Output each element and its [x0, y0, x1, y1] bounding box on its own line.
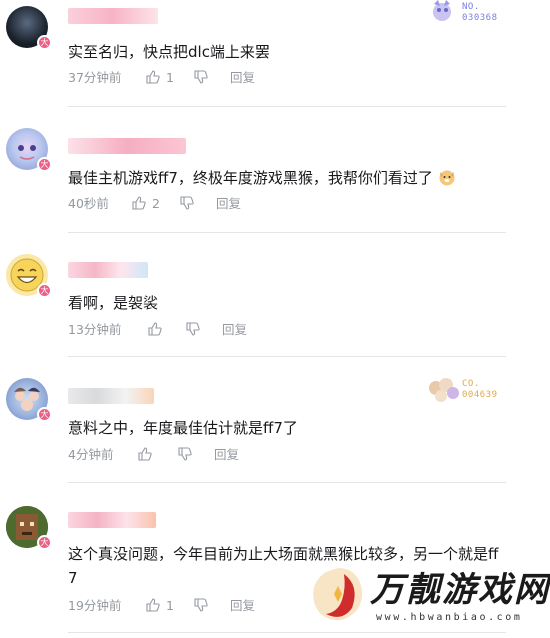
divider: [68, 482, 506, 483]
watermark-title: 万靓游戏网: [370, 570, 550, 610]
comment-text-line-2: 7: [68, 569, 78, 587]
site-logo-icon: [313, 568, 363, 621]
like-icon[interactable]: [132, 196, 146, 210]
reply-button[interactable]: 回复: [214, 445, 239, 465]
comment-text: 实至名归，快点把dlc端上来罢: [68, 43, 270, 61]
fan-medal: CO. 004639: [426, 374, 538, 404]
divider: [68, 106, 506, 107]
avatar[interactable]: 大: [6, 254, 52, 298]
username[interactable]: [68, 388, 154, 404]
medal-number: 030368: [462, 13, 498, 23]
username[interactable]: [68, 138, 186, 154]
timestamp: 37分钟前: [68, 70, 122, 85]
timestamp: 40秒前: [68, 196, 109, 211]
comment-meta: 40秒前 2 回复: [68, 194, 368, 214]
medal-icon: [433, 0, 451, 21]
timestamp: 13分钟前: [68, 322, 122, 337]
comment-meta: 37分钟前 1 回复: [68, 68, 368, 88]
fan-medal: NO. 030368: [428, 0, 538, 26]
like-icon[interactable]: [148, 322, 162, 336]
avatar[interactable]: 大: [6, 378, 52, 422]
reply-button[interactable]: 回复: [222, 320, 247, 340]
medal-icon: [429, 378, 459, 402]
medal-number: 004639: [462, 390, 498, 400]
dislike-icon[interactable]: [178, 447, 192, 461]
comment-text: 最佳主机游戏ff7，终极年度游戏黑猴，我帮你们看过了: [68, 166, 456, 190]
like-icon[interactable]: [146, 598, 160, 612]
timestamp: 4分钟前: [68, 447, 114, 462]
level-badge: 大: [37, 157, 52, 172]
comment-meta: 13分钟前 回复: [68, 320, 368, 340]
dislike-icon[interactable]: [186, 322, 200, 336]
comment-text-content: 最佳主机游戏ff7，终极年度游戏黑猴，我帮你们看过了: [68, 169, 433, 187]
like-count: 1: [166, 598, 174, 613]
timestamp: 19分钟前: [68, 598, 122, 613]
medal-label: CO.: [462, 379, 480, 389]
username[interactable]: [68, 262, 148, 278]
username[interactable]: [68, 8, 158, 24]
divider: [68, 232, 506, 233]
avatar[interactable]: 大: [6, 506, 52, 550]
like-count: 2: [152, 196, 160, 211]
divider: [68, 356, 506, 357]
medal-label: NO.: [462, 2, 480, 12]
comment-text: 意料之中，年度最佳估计就是ff7了: [68, 419, 298, 437]
comment-meta: 4分钟前 回复: [68, 445, 368, 465]
reply-button[interactable]: 回复: [216, 194, 241, 214]
site-watermark: 万靓游戏网 www.hbwanbiao.com: [300, 556, 550, 638]
like-icon[interactable]: [138, 447, 152, 461]
like-count: 1: [166, 70, 174, 85]
comment-text: 看啊，是袈裟: [68, 294, 159, 312]
username[interactable]: [68, 512, 156, 528]
like-icon[interactable]: [146, 70, 160, 84]
level-badge: 大: [37, 407, 52, 422]
reply-button[interactable]: 回复: [230, 68, 255, 88]
watermark-url: www.hbwanbiao.com: [376, 612, 523, 623]
doge-emoji-icon: [439, 170, 455, 186]
avatar[interactable]: 大: [6, 6, 52, 50]
dislike-icon[interactable]: [180, 196, 194, 210]
level-badge: 大: [37, 535, 52, 550]
dislike-icon[interactable]: [194, 70, 208, 84]
reply-button[interactable]: 回复: [230, 596, 255, 616]
level-badge: 大: [37, 35, 52, 50]
avatar[interactable]: 大: [6, 128, 52, 172]
dislike-icon[interactable]: [194, 598, 208, 612]
level-badge: 大: [37, 283, 52, 298]
